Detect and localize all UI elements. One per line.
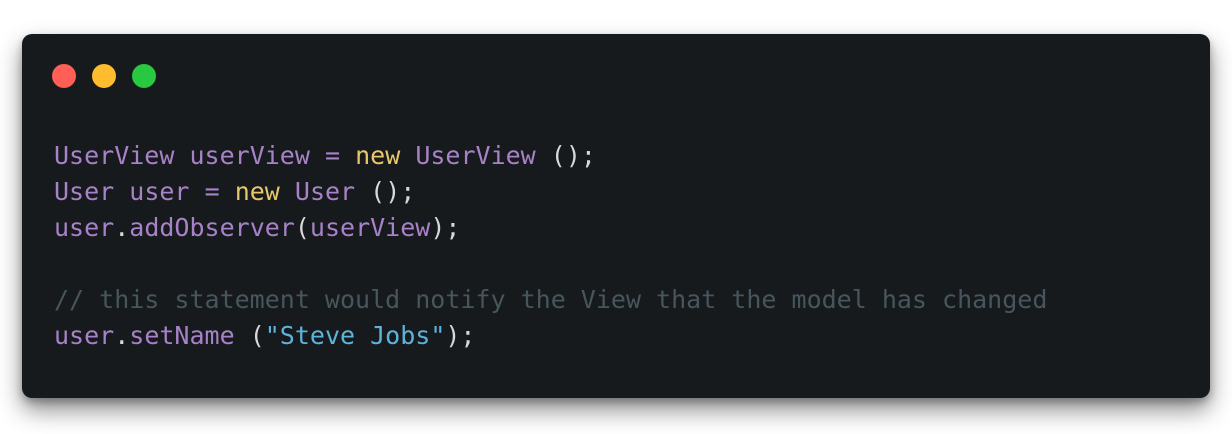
- code-token: addObserver: [129, 213, 295, 242]
- code-token: ();: [535, 141, 596, 170]
- code-token: user: [54, 213, 115, 242]
- code-block: UserView userView = new UserView (); User…: [54, 138, 1047, 354]
- code-token: UserView: [415, 141, 536, 170]
- code-token: // this statement would notify the View …: [54, 285, 1048, 314]
- code-token: .: [114, 213, 130, 242]
- code-window: UserView userView = new UserView (); User…: [22, 34, 1210, 398]
- code-token: User: [294, 177, 356, 206]
- code-token: UserView: [54, 141, 175, 170]
- code-token: setName: [129, 321, 235, 350]
- code-token: );: [430, 213, 461, 242]
- code-token: (: [294, 213, 310, 242]
- code-token: new: [355, 141, 401, 170]
- code-token: "Steve Jobs": [264, 321, 446, 350]
- code-token: User: [54, 177, 115, 206]
- code-token: =: [204, 177, 220, 206]
- code-token: ();: [355, 177, 416, 206]
- minimize-button[interactable]: [92, 64, 116, 88]
- code-token: user: [129, 177, 190, 206]
- code-token: userView: [309, 213, 431, 242]
- code-token: new: [234, 177, 280, 206]
- code-token: );: [445, 321, 476, 350]
- close-button[interactable]: [52, 64, 76, 88]
- window-controls: [52, 64, 156, 88]
- code-line: UserView userView = new UserView ();: [54, 138, 1047, 174]
- code-line: user.setName ("Steve Jobs");: [54, 318, 1047, 354]
- code-token: (: [234, 321, 265, 350]
- code-token: user: [54, 321, 115, 350]
- code-token: userView: [189, 141, 310, 170]
- code-line: user.addObserver(userView);: [54, 210, 1047, 246]
- maximize-button[interactable]: [132, 64, 156, 88]
- code-line: // this statement would notify the View …: [54, 282, 1047, 318]
- code-token: =: [324, 141, 341, 170]
- code-token: .: [114, 321, 130, 350]
- code-line: User user = new User ();: [54, 174, 1047, 210]
